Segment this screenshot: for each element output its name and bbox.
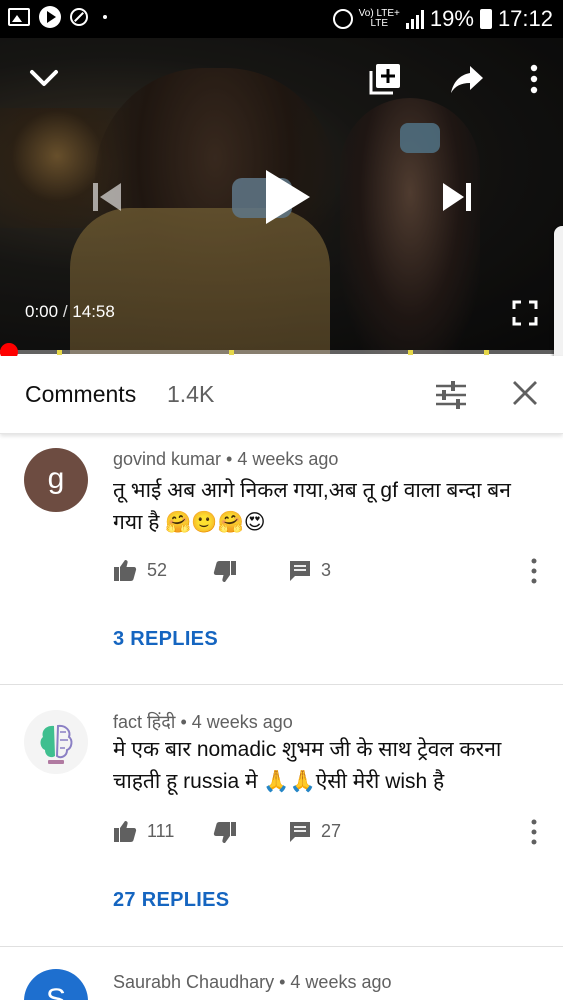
reply-icon[interactable] <box>289 560 311 582</box>
comment-item: g govind kumar • 4 weeks ago तू भाई अब आ… <box>0 434 563 684</box>
share-icon[interactable] <box>450 64 484 94</box>
more-vert-icon[interactable] <box>527 64 541 94</box>
like-count: 52 <box>147 560 168 580</box>
chevron-down-icon[interactable] <box>28 66 60 90</box>
comments-header: Comments 1.4K <box>0 356 563 434</box>
more-vert-icon[interactable] <box>529 819 539 845</box>
video-player[interactable]: 0:00 / 14:58 <box>0 38 563 354</box>
view-replies-link[interactable]: 3 REPLIES <box>113 628 218 651</box>
playback-time: 0:00 / 14:58 <box>25 302 115 322</box>
comment-actions: 111 27 <box>113 819 553 849</box>
more-vert-icon[interactable] <box>529 558 539 584</box>
comment-text: मे एक बार nomadic शुभम जी के साथ ट्रेवल … <box>113 738 502 793</box>
network-type-bottom: LTE <box>370 18 389 29</box>
ad-marker <box>229 350 234 355</box>
status-notifications <box>8 6 107 28</box>
thumb-up-icon[interactable] <box>113 819 137 843</box>
signal-icon <box>405 9 424 29</box>
skip-previous-icon[interactable] <box>90 180 124 214</box>
network-type: Vo) LTE+ LTE <box>359 9 400 29</box>
comment-item: S Saurabh Chaudhary • 4 weeks ago <box>0 947 563 1000</box>
reply-count: 3 <box>321 560 332 580</box>
comment-meta: Saurabh Chaudhary • 4 weeks ago <box>113 972 392 992</box>
close-icon[interactable] <box>510 378 540 408</box>
reply-icon[interactable] <box>289 821 311 843</box>
clock: 17:12 <box>497 6 553 31</box>
gallery-icon <box>8 8 30 26</box>
ad-marker <box>484 350 489 355</box>
ad-marker <box>57 350 62 355</box>
status-system: Vo) LTE+ LTE 19% 17:12 <box>332 6 553 32</box>
skip-next-icon[interactable] <box>440 180 474 214</box>
comments-count: 1.4K <box>167 381 215 407</box>
play-icon[interactable] <box>262 168 312 226</box>
sort-filter-icon[interactable] <box>434 378 468 412</box>
avatar[interactable]: S <box>24 969 88 1000</box>
battery-percent: 19% <box>429 6 474 31</box>
status-bar: Vo) LTE+ LTE 19% 17:12 <box>0 0 563 38</box>
blocked-icon <box>70 8 88 26</box>
comment-item: fact हिंदी • 4 weeks ago मे एक बार nomad… <box>0 685 563 947</box>
alarm-icon <box>332 9 353 29</box>
reply-count: 27 <box>321 821 342 841</box>
thumb-down-icon[interactable] <box>213 821 237 845</box>
comments-title: Comments <box>25 381 137 407</box>
like-count: 111 <box>147 821 175 841</box>
comment-text: तू भाई अब आगे निकल गया,अब तू gf वाला बन्… <box>113 479 511 534</box>
avatar[interactable]: g <box>24 448 88 512</box>
time-separator: / <box>62 302 68 321</box>
battery-icon <box>479 9 492 29</box>
fullscreen-icon[interactable] <box>512 300 538 326</box>
comment-meta: govind kumar • 4 weeks ago <box>113 449 339 469</box>
progress-bar[interactable] <box>0 343 563 361</box>
thumb-up-icon[interactable] <box>113 558 137 582</box>
comment-meta: fact हिंदी • 4 weeks ago <box>113 712 293 732</box>
brain-logo-icon <box>25 711 87 773</box>
add-to-queue-icon[interactable] <box>368 62 402 96</box>
play-store-icon <box>39 6 61 28</box>
thumb-down-icon[interactable] <box>213 560 237 584</box>
video-duration: 14:58 <box>72 302 115 321</box>
ad-marker <box>408 350 413 355</box>
notification-dot-icon <box>103 15 107 19</box>
comment-actions: 52 3 <box>113 558 553 588</box>
avatar[interactable] <box>24 710 88 774</box>
view-replies-link[interactable]: 27 REPLIES <box>113 889 229 912</box>
current-time: 0:00 <box>25 302 59 321</box>
